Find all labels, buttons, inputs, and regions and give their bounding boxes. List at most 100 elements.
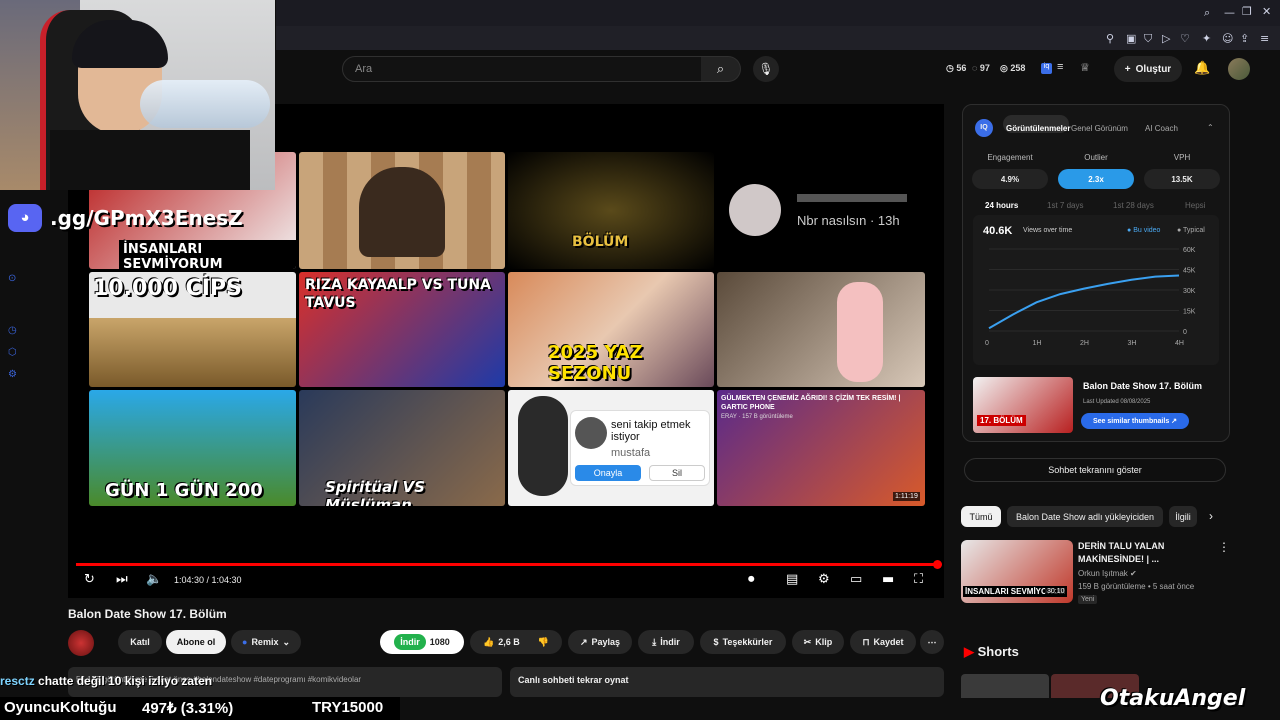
endscreen-tile[interactable] xyxy=(299,152,505,269)
tile-caption: GÜN 1 GÜN 200 xyxy=(105,480,263,501)
share-icon[interactable]: ⇪ xyxy=(1240,32,1249,45)
profile-icon[interactable]: ☺ xyxy=(1222,32,1233,45)
next-icon[interactable]: ⏭ xyxy=(116,572,128,587)
chip-related[interactable]: İlgili xyxy=(1169,506,1197,527)
menu-icon[interactable]: ≡ xyxy=(1260,32,1269,45)
mic-button[interactable]: 🎙 xyxy=(753,56,779,82)
settings-icon[interactable]: ⚙ xyxy=(818,572,830,587)
tab-overview[interactable]: Genel Görünüm xyxy=(1071,124,1128,133)
join-button[interactable]: Katıl xyxy=(118,630,162,654)
endscreen-tile[interactable]: seni takip etmek istiyor mustafa Onayla … xyxy=(508,390,714,506)
live-stat: ◌ 97 xyxy=(972,63,990,73)
tile-caption: 10.000 CİPS xyxy=(93,276,242,301)
duration-badge: 1:11:19 xyxy=(893,492,920,501)
download-quality-button[interactable]: İndir 1080 xyxy=(380,630,464,654)
endscreen-tile[interactable]: 10.000 CİPS xyxy=(89,272,296,387)
chip-all[interactable]: Tümü xyxy=(961,506,1001,527)
streamer-hair xyxy=(72,20,168,68)
extension-icon[interactable]: ⚲ xyxy=(1106,32,1114,45)
endscreen-tile[interactable]: Spiritüal VS Müslüman xyxy=(299,390,505,506)
range-tab[interactable]: 24 hours xyxy=(985,201,1018,210)
nav-icon[interactable]: ⬡ xyxy=(8,347,17,358)
clip-button[interactable]: ✂ Klip xyxy=(792,630,844,654)
miniplayer-icon[interactable]: ▭ xyxy=(850,572,862,587)
subscribe-button[interactable]: Abone ol xyxy=(166,630,226,654)
delete-button: Sil xyxy=(649,465,705,481)
endscreen-tile[interactable] xyxy=(717,272,925,387)
metric-label: VPH xyxy=(1173,153,1191,162)
extension-icon[interactable]: ▣ xyxy=(1126,32,1136,45)
views-select[interactable]: Views over time xyxy=(1023,227,1072,234)
search-icon[interactable]: ⌕ xyxy=(1204,6,1210,20)
rec-title[interactable]: DERİN TALU YALAN MAKİNESİNDE! | ... xyxy=(1078,540,1208,566)
short-thumbnail[interactable] xyxy=(961,674,1049,698)
ticker-price: 497₺ (3.31%) xyxy=(142,700,234,717)
nav-icon[interactable]: ◷ xyxy=(8,325,17,336)
profile-avatar xyxy=(729,184,781,236)
trophy-icon[interactable]: ♕ xyxy=(1080,61,1090,74)
water-bottle xyxy=(140,80,270,128)
bell-icon[interactable]: 🔔 xyxy=(1194,60,1210,76)
rec-thumbnail[interactable]: İNSANLARI SEVMİYORUM 30:10 xyxy=(961,540,1073,603)
nav-icon[interactable]: ⚙ xyxy=(8,369,17,380)
remix-button[interactable]: ● Remix ⌄ xyxy=(231,630,301,654)
similar-thumbnails-button[interactable]: See similar thumbnails ↗ xyxy=(1081,413,1189,429)
shorts-heading: ▶ Shorts xyxy=(964,644,1019,659)
rec-channel[interactable]: Orkun Işıtmak ✔ xyxy=(1078,569,1137,578)
menu-icon[interactable]: ≡ xyxy=(1057,61,1063,73)
nav-icon[interactable]: ⊙ xyxy=(8,273,16,284)
endscreen-tile[interactable]: GÜLMEKTEN ÇENEMİZ AĞRIDI! 3 ÇİZİM TEK RE… xyxy=(717,390,925,506)
y-tick-label: 60K xyxy=(1183,247,1196,254)
tab-ai-coach[interactable]: AI Coach xyxy=(1145,124,1178,133)
card-thumbnail: 17. BÖLÜM xyxy=(973,377,1073,433)
shorts-icon: ▶ xyxy=(964,644,974,659)
volume-icon[interactable]: 🔈 xyxy=(146,572,162,587)
search-button[interactable]: ⌕ xyxy=(701,56,741,82)
download-button[interactable]: ⤓ İndir xyxy=(638,630,694,654)
thanks-button[interactable]: $ Teşekkürler xyxy=(700,630,786,654)
more-button[interactable]: ⋯ xyxy=(920,630,944,654)
fullscreen-icon[interactable]: ⛶ xyxy=(914,572,923,587)
close-icon[interactable]: ✕ xyxy=(1262,5,1271,18)
puzzle-icon[interactable]: ✦ xyxy=(1202,32,1211,45)
range-tab[interactable]: 1st 7 days xyxy=(1047,201,1083,210)
endscreen-tile[interactable]: BÖLÜM xyxy=(508,152,714,269)
autoplay-toggle-icon[interactable]: ⏺ xyxy=(748,572,755,587)
shield-icon[interactable]: ⛉ xyxy=(1144,32,1152,46)
range-tab[interactable]: Hepsi xyxy=(1185,201,1205,210)
vidiq-icon[interactable]: iq xyxy=(1041,63,1052,74)
minimize-icon[interactable]: — xyxy=(1224,6,1235,19)
channel-avatar[interactable] xyxy=(68,630,94,656)
theater-icon[interactable]: ▬ xyxy=(882,572,894,587)
tile-subtitle: ERAY · 157 B görüntüleme xyxy=(721,414,793,420)
thumbnail-card: 17. BÖLÜM Balon Date Show 17. Bölüm Last… xyxy=(973,375,1219,435)
replay-icon[interactable]: ↻ xyxy=(84,572,95,587)
share-button[interactable]: ↗ Paylaş xyxy=(568,630,632,654)
progress-bar[interactable] xyxy=(76,563,938,566)
chevron-right-icon[interactable]: › xyxy=(1209,509,1213,523)
show-chat-button[interactable]: Sohbet tekranını göster xyxy=(964,458,1226,482)
heart-icon[interactable]: ♡ xyxy=(1180,32,1190,45)
chip-uploader[interactable]: Balon Date Show adlı yükleyiciden xyxy=(1007,506,1163,527)
endscreen-tile[interactable]: Nbr nasılsın · 13h xyxy=(717,152,925,269)
save-button[interactable]: ⊓ Kaydet xyxy=(850,630,916,654)
restore-icon[interactable]: ❐ xyxy=(1242,5,1252,18)
endscreen-tile[interactable]: RIZA KAYAALP VS TUNA TAVUS xyxy=(299,272,505,387)
progress-handle[interactable] xyxy=(933,560,942,569)
play-icon[interactable]: ▷ xyxy=(1162,32,1170,45)
avatar[interactable] xyxy=(1228,58,1250,80)
search-input[interactable]: Ara xyxy=(342,56,702,82)
chat-replay-bar[interactable]: Canlı sohbeti tekrar oynat xyxy=(510,667,944,697)
create-button[interactable]: + Oluştur xyxy=(1114,56,1182,82)
endscreen-tile[interactable]: GÜN 1 GÜN 200 xyxy=(89,390,296,506)
more-icon[interactable]: ⋮ xyxy=(1218,540,1230,554)
series-line xyxy=(988,274,1180,330)
tab-views[interactable]: Görüntülenmeler xyxy=(1006,124,1070,133)
donation-ticker: OyuncuKoltuğu 497₺ (3.31%) TRY15000 xyxy=(0,697,400,720)
subtitles-icon[interactable]: ▤ xyxy=(786,572,798,587)
like-dislike-button[interactable]: 👍 2,6 B 👎 xyxy=(470,630,562,654)
chevron-up-icon[interactable]: ⌃ xyxy=(1207,123,1214,132)
range-tab[interactable]: 1st 28 days xyxy=(1113,201,1154,210)
endscreen-tile[interactable]: 2025 YAZ SEZONU xyxy=(508,272,714,387)
search-icon: ⌕ xyxy=(716,61,725,76)
